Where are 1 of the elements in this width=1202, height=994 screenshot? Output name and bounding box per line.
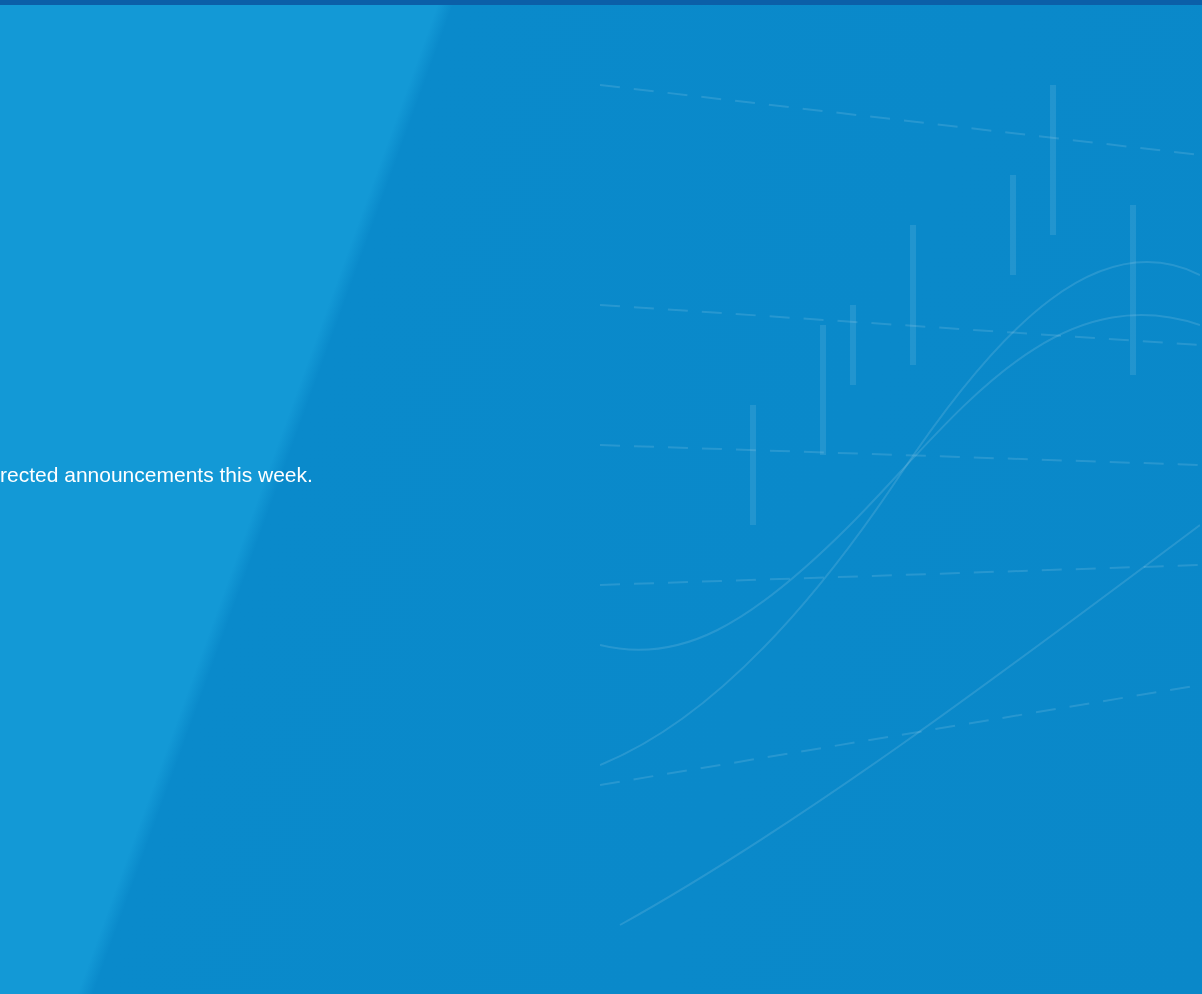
announcement-text: rected announcements this week. xyxy=(0,462,314,488)
